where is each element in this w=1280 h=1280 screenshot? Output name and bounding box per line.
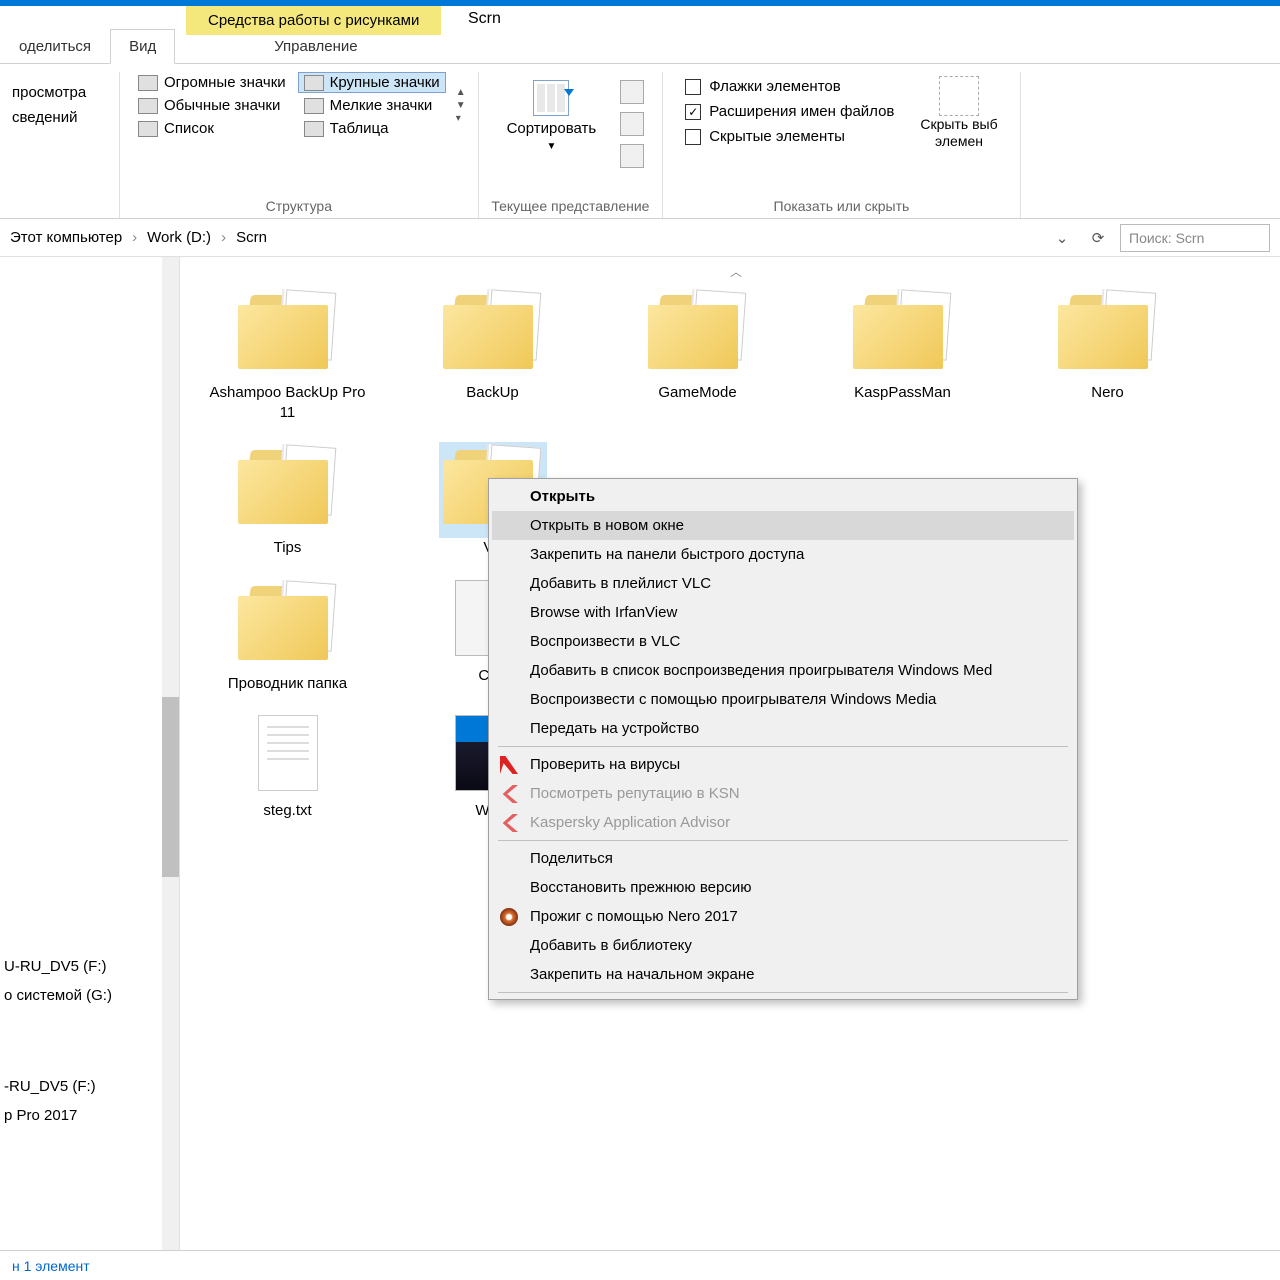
menu-kaspersky-advisor[interactable]: Kaspersky Application Advisor <box>492 808 1074 837</box>
menu-browse-irfanview[interactable]: Browse with IrfanView <box>492 598 1074 627</box>
breadcrumb-pc[interactable]: Этот компьютер <box>10 229 122 246</box>
table-icon <box>304 121 324 137</box>
tab-manage[interactable]: Управление <box>255 29 376 64</box>
sidebar-item-drive-g[interactable]: о системой (G:) <box>0 981 160 1010</box>
hide-icon <box>939 76 979 116</box>
tabs-row: Средства работы с рисунками Scrn оделить… <box>0 6 1280 64</box>
menu-separator <box>498 746 1068 747</box>
size-columns-icon[interactable] <box>620 144 644 168</box>
menu-restore-previous[interactable]: Восстановить прежнюю версию <box>492 873 1074 902</box>
menu-cast-to-device[interactable]: Передать на устройство <box>492 714 1074 743</box>
huge-icons-icon <box>138 75 158 91</box>
kaspersky-icon <box>500 814 518 832</box>
sidebar-lower: -RU_DV5 (F:) p Pro 2017 <box>0 1072 160 1130</box>
check-item-flags[interactable]: Флажки элементов <box>685 78 894 95</box>
menu-scan-virus[interactable]: Проверить на вирусы <box>492 750 1074 779</box>
kaspersky-icon <box>500 785 518 803</box>
search-input[interactable]: Поиск: Scrn <box>1120 224 1270 252</box>
statusbar-text: н 1 элемент <box>12 1258 90 1274</box>
menu-pin-start[interactable]: Закрепить на начальном экране <box>492 960 1074 989</box>
layout-table[interactable]: Таблица <box>298 118 446 139</box>
checkbox-icon <box>685 129 701 145</box>
sidebar-item-drive-f2[interactable]: -RU_DV5 (F:) <box>0 1072 160 1101</box>
folder-gamemode[interactable]: GameMode <box>610 287 785 422</box>
menu-add-vlc-playlist[interactable]: Добавить в плейлист VLC <box>492 569 1074 598</box>
sidebar: U-RU_DV5 (F:) о системой (G:) -RU_DV5 (F… <box>0 257 180 1250</box>
breadcrumb[interactable]: Этот компьютер › Work (D:) › Scrn <box>10 229 1040 246</box>
check-item-extensions[interactable]: ✓Расширения имен файлов <box>685 103 894 120</box>
group-by-icon[interactable] <box>620 80 644 104</box>
sort-button[interactable]: Сортировать ▼ <box>497 76 607 156</box>
ribbon-group-label-layout: Структура <box>132 194 466 218</box>
menu-separator <box>498 992 1068 993</box>
folder-backup[interactable]: BackUp <box>405 287 580 422</box>
menu-open-new-window[interactable]: Открыть в новом окне <box>492 511 1074 540</box>
add-columns-icon[interactable] <box>620 112 644 136</box>
small-icons-icon <box>304 98 324 114</box>
kaspersky-icon <box>500 756 518 774</box>
scroll-up-icon[interactable]: ︿ <box>730 263 742 280</box>
folder-kasppassman[interactable]: KaspPassMan <box>815 287 990 422</box>
sidebar-item-pro2017[interactable]: p Pro 2017 <box>0 1101 160 1130</box>
checkbox-icon <box>685 79 701 95</box>
sidebar-scrollbar-thumb[interactable] <box>162 697 179 877</box>
menu-separator <box>498 840 1068 841</box>
sort-icon <box>533 80 569 116</box>
menu-play-wmp[interactable]: Воспроизвести с помощью проигрывателя Wi… <box>492 685 1074 714</box>
normal-icons-icon <box>138 98 158 114</box>
folder-ashampoo[interactable]: Ashampoo BackUp Pro 11 <box>200 287 375 422</box>
chevron-right-icon[interactable]: › <box>221 229 226 246</box>
menu-ksn-reputation[interactable]: Посмотреть репутацию в KSN <box>492 779 1074 808</box>
checkbox-checked-icon: ✓ <box>685 104 701 120</box>
ribbon-group-showhide: Флажки элементов ✓Расширения имен файлов… <box>663 72 1020 218</box>
layout-small-icons[interactable]: Мелкие значки <box>298 95 446 116</box>
large-icons-icon <box>304 75 324 91</box>
ribbon-group-layout: Огромные значки Обычные значки Список Кр… <box>120 72 479 218</box>
ribbon: просмотра сведений Огромные значки Обычн… <box>0 64 1280 219</box>
ribbon-group-label-panes <box>12 210 107 218</box>
tab-share[interactable]: оделиться <box>0 29 110 64</box>
sidebar-upper: U-RU_DV5 (F:) о системой (G:) <box>0 952 160 1010</box>
ribbon-group-label-currentview: Текущее представление <box>491 194 651 218</box>
window-title: Scrn <box>460 6 509 32</box>
list-icon <box>138 121 158 137</box>
menu-share[interactable]: Поделиться <box>492 844 1074 873</box>
ribbon-group-panes: просмотра сведений <box>0 72 120 218</box>
statusbar: н 1 элемент <box>0 1250 1280 1280</box>
folder-nero[interactable]: Nero <box>1020 287 1195 422</box>
menu-burn-nero[interactable]: Прожиг с помощью Nero 2017 <box>492 902 1074 931</box>
menu-open[interactable]: Открыть <box>492 482 1074 511</box>
menu-play-vlc[interactable]: Воспроизвести в VLC <box>492 627 1074 656</box>
hide-selected-button[interactable]: Скрыть выбэлемен <box>910 72 1007 154</box>
check-item-hidden[interactable]: Скрытые элементы <box>685 128 894 145</box>
nero-icon <box>500 908 518 926</box>
details-pane-label[interactable]: сведений <box>12 105 107 130</box>
menu-pin-quick-access[interactable]: Закрепить на панели быстрого доступа <box>492 540 1074 569</box>
folder-tips[interactable]: Tips <box>200 442 375 558</box>
refresh-icon[interactable]: ⟳ <box>1084 224 1112 252</box>
preview-pane-label[interactable]: просмотра <box>12 80 107 105</box>
tab-view[interactable]: Вид <box>110 29 175 64</box>
text-file-icon <box>258 715 318 791</box>
breadcrumb-bar: Этот компьютер › Work (D:) › Scrn ⌄ ⟳ По… <box>0 219 1280 257</box>
ribbon-group-currentview: Сортировать ▼ Текущее представление <box>479 72 664 218</box>
chevron-right-icon[interactable]: › <box>132 229 137 246</box>
menu-add-wmp-playlist[interactable]: Добавить в список воспроизведения проигр… <box>492 656 1074 685</box>
breadcrumb-dropdown-icon[interactable]: ⌄ <box>1048 224 1076 252</box>
layout-scroll[interactable]: ▲▼▾ <box>456 72 466 139</box>
file-steg-txt[interactable]: steg.txt <box>200 713 375 821</box>
sidebar-item-drive-f[interactable]: U-RU_DV5 (F:) <box>0 952 160 981</box>
layout-list[interactable]: Список <box>132 118 292 139</box>
breadcrumb-folder[interactable]: Scrn <box>236 229 267 246</box>
ribbon-group-label-showhide: Показать или скрыть <box>675 194 1007 218</box>
menu-add-to-library[interactable]: Добавить в библиотеку <box>492 931 1074 960</box>
folder-provodnik[interactable]: Проводник папка <box>200 578 375 694</box>
layout-huge-icons[interactable]: Огромные значки <box>132 72 292 93</box>
context-menu: Открыть Открыть в новом окне Закрепить н… <box>488 478 1078 1000</box>
breadcrumb-drive[interactable]: Work (D:) <box>147 229 211 246</box>
layout-large-icons[interactable]: Крупные значки <box>298 72 446 93</box>
layout-normal-icons[interactable]: Обычные значки <box>132 95 292 116</box>
